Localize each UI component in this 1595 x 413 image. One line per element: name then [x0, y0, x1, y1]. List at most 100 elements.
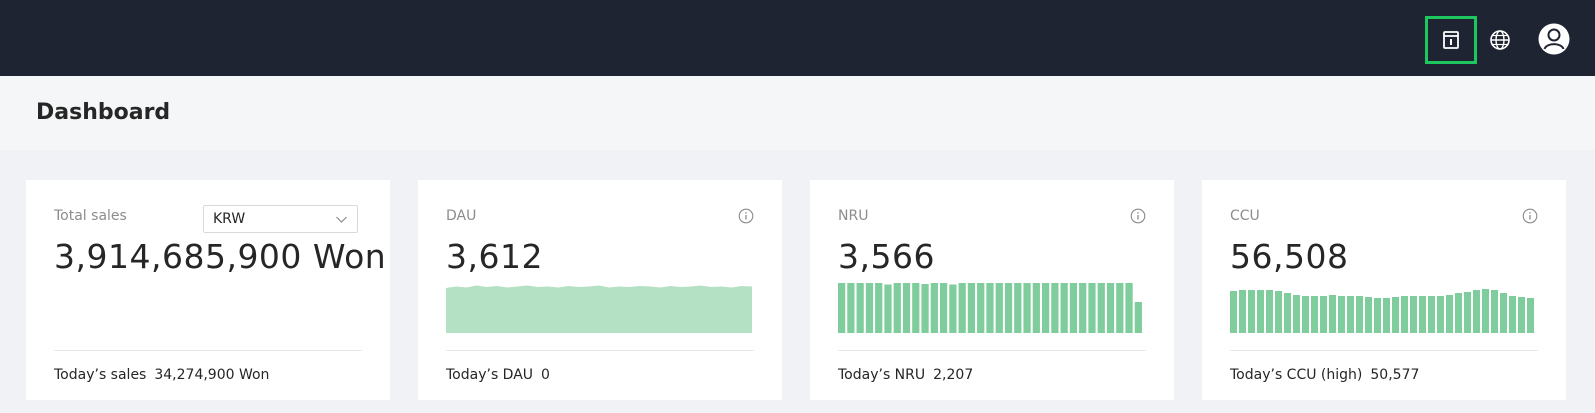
- dau-value: 3,612: [446, 237, 543, 276]
- info-icon[interactable]: [1130, 208, 1146, 224]
- nru-trend-bar: [1032, 283, 1040, 333]
- ccu-trend-bar: [1275, 291, 1283, 333]
- nru-trend-bar: [884, 284, 892, 333]
- today-sales-value: 34,274,900 Won: [154, 367, 270, 383]
- user-avatar-icon: [1538, 23, 1570, 55]
- ccu-trend-bar: [1527, 298, 1535, 333]
- globe-icon: [1490, 30, 1510, 50]
- page-header: [0, 76, 1595, 150]
- dau-area-chart: [446, 285, 752, 333]
- nru-trend-bar: [1097, 283, 1105, 333]
- ccu-trend-bar: [1509, 296, 1517, 333]
- nru-trend-bar: [1088, 283, 1096, 333]
- nru-value: 3,566: [838, 237, 935, 276]
- ccu-trend-bar: [1518, 297, 1526, 333]
- nru-trend-bar: [1116, 283, 1124, 333]
- language-button[interactable]: [1487, 26, 1513, 54]
- chevron-down-icon: [336, 216, 347, 223]
- nru-trend-bar: [1004, 283, 1013, 333]
- ccu-trend-bar: [1428, 296, 1436, 333]
- nru-trend-bar: [986, 283, 994, 333]
- nru-trend-bar: [1134, 302, 1142, 333]
- top-navigation-bar: [0, 0, 1595, 76]
- today-ccu: Today’s CCU (high) 50,577: [1230, 367, 1419, 383]
- divider: [838, 350, 1146, 351]
- nru-trend-bar: [1023, 283, 1031, 333]
- ccu-trend-bar: [1320, 296, 1328, 333]
- today-dau: Today’s DAU 0: [446, 367, 550, 383]
- currency-select-value: KRW: [213, 211, 246, 227]
- ccu-trend-bar: [1419, 296, 1427, 333]
- total-sales-label: Total sales: [54, 208, 127, 224]
- dau-area-series: [446, 285, 752, 333]
- nru-trend-bar: [847, 283, 855, 333]
- divider: [1230, 350, 1538, 351]
- dau-card: DAU 3,612 Today’s DAU 0: [418, 180, 782, 400]
- nru-trend-bar: [995, 283, 1003, 333]
- total-sales-value: 3,914,685,900 Won: [54, 237, 387, 276]
- dau-label: DAU: [446, 208, 477, 224]
- ccu-trend-bar: [1293, 295, 1301, 333]
- info-icon[interactable]: [1522, 208, 1538, 224]
- nru-trend-bar: [1069, 283, 1078, 333]
- nru-trend-bar: [1060, 283, 1068, 333]
- ccu-trend-bar: [1266, 290, 1274, 333]
- ccu-value: 56,508: [1230, 237, 1349, 276]
- ccu-trend-bar: [1365, 297, 1373, 333]
- ccu-trend-bar: [1329, 295, 1337, 333]
- nru-trend-bar: [958, 283, 966, 333]
- ccu-trend-bar: [1230, 291, 1238, 333]
- today-nru-value: 2,207: [933, 367, 974, 383]
- nru-bar-chart: [838, 283, 1142, 333]
- ccu-bar-chart: [1230, 289, 1535, 333]
- nru-trend-bar: [1051, 283, 1059, 333]
- page-title: Dashboard: [36, 100, 171, 125]
- nru-trend-bar: [1079, 283, 1087, 333]
- nru-label: NRU: [838, 208, 869, 224]
- nru-trend-bar: [967, 283, 976, 333]
- ccu-trend-bar: [1239, 290, 1247, 333]
- nru-trend-bar: [902, 283, 911, 333]
- nru-card: NRU 3,566 Today’s NRU 2,207: [810, 180, 1174, 400]
- ccu-trend-bar: [1347, 296, 1355, 333]
- nru-trend-bar: [930, 283, 938, 333]
- ccu-trend-bar: [1437, 296, 1445, 333]
- today-sales-label: Today’s sales: [54, 367, 147, 383]
- total-sales-card: Total sales KRW 3,914,685,900 Won Today’…: [26, 180, 390, 400]
- ccu-trend-bar: [1410, 296, 1418, 333]
- nru-trend-bar: [921, 284, 929, 333]
- ccu-card: CCU 56,508 Today’s CCU (high) 50,577: [1202, 180, 1566, 400]
- divider: [54, 350, 362, 351]
- nru-trend-bar: [912, 283, 920, 333]
- ccu-trend-bar: [1455, 293, 1463, 333]
- today-ccu-label: Today’s CCU (high): [1230, 367, 1363, 383]
- document-info-icon: [1443, 31, 1459, 49]
- nru-trend-bar: [949, 284, 957, 333]
- nru-trend-bar: [1042, 283, 1050, 333]
- nru-trend-bar: [1014, 283, 1022, 333]
- nru-trend-bar: [875, 283, 883, 333]
- document-info-button[interactable]: [1425, 16, 1477, 64]
- today-ccu-value: 50,577: [1370, 367, 1420, 383]
- user-menu-button[interactable]: [1537, 22, 1571, 56]
- ccu-trend-bar: [1284, 293, 1292, 333]
- nru-trend-bar: [893, 283, 901, 333]
- nru-trend-bar: [1125, 283, 1133, 333]
- today-nru-label: Today’s NRU: [838, 367, 926, 383]
- ccu-trend-bar: [1311, 296, 1319, 333]
- ccu-trend-bar: [1446, 295, 1454, 333]
- ccu-trend-bar: [1464, 292, 1472, 333]
- ccu-trend-bar: [1356, 296, 1364, 333]
- ccu-trend-bar: [1248, 290, 1256, 333]
- currency-select[interactable]: KRW: [203, 205, 358, 233]
- ccu-trend-bar: [1401, 296, 1409, 333]
- today-dau-value: 0: [541, 367, 550, 383]
- nru-trend-bar: [838, 283, 846, 333]
- nru-trend-bar: [977, 283, 985, 333]
- info-icon[interactable]: [738, 208, 754, 224]
- ccu-trend-bar: [1500, 293, 1508, 333]
- today-nru: Today’s NRU 2,207: [838, 367, 973, 383]
- today-sales: Today’s sales 34,274,900 Won: [54, 367, 269, 383]
- today-dau-label: Today’s DAU: [446, 367, 534, 383]
- ccu-trend-bar: [1473, 290, 1481, 333]
